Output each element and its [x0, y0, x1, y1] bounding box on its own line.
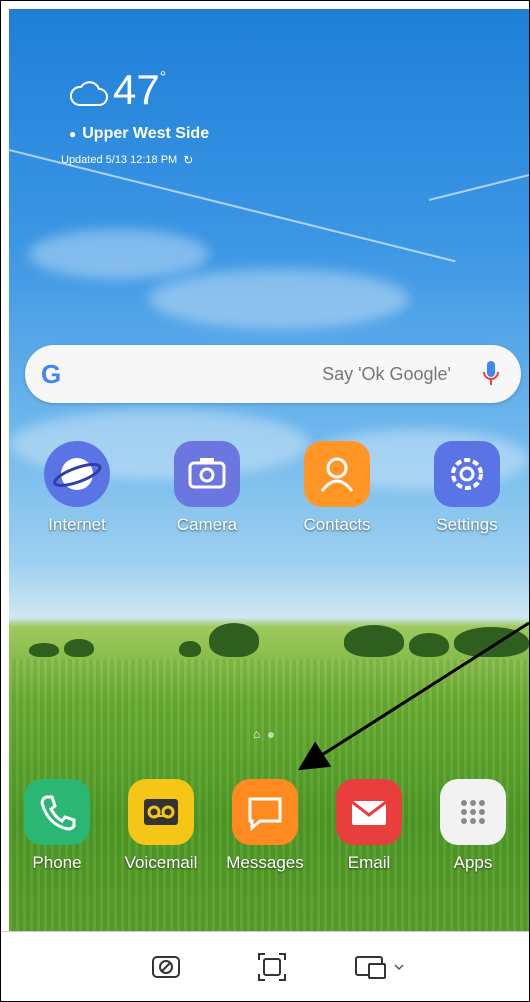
app-label: Messages [226, 853, 304, 872]
page-indicator: ⌂ [253, 727, 275, 741]
wallpaper-cloud [29, 229, 209, 279]
voicemail-icon [128, 779, 194, 845]
app-label: Settings [436, 515, 498, 534]
home-indicator-icon: ⌂ [253, 727, 261, 741]
wallpaper-cloud [149, 269, 409, 329]
screenshot-frame: 47 ° ● Upper West Side Updated 5/13 12:1… [0, 0, 530, 1002]
messages-icon [232, 779, 298, 845]
weather-widget[interactable]: 47 ° ● Upper West Side Updated 5/13 12:1… [61, 66, 269, 168]
google-search-bar[interactable]: G Say 'Ok Google' [25, 345, 521, 403]
app-label: Phone [32, 853, 82, 872]
app-label: Voicemail [124, 853, 198, 872]
capture-region-icon[interactable] [255, 950, 289, 984]
page-dot [268, 731, 275, 738]
app-phone[interactable]: Phone [9, 779, 107, 873]
apps-grid-icon [440, 779, 506, 845]
app-label: Internet [48, 515, 106, 534]
app-label: Email [347, 853, 391, 872]
camera-icon [174, 441, 240, 507]
wallpaper-contrail [428, 169, 529, 201]
app-internet[interactable]: Internet [27, 441, 127, 535]
app-messages[interactable]: Messages [215, 779, 315, 873]
home-screen: 47 ° ● Upper West Side Updated 5/13 12:1… [9, 9, 529, 931]
cloud-icon [70, 81, 108, 106]
app-email[interactable]: Email [319, 779, 419, 873]
wallpaper-trees [9, 619, 529, 659]
app-label: Camera [176, 515, 238, 534]
app-contacts[interactable]: Contacts [287, 441, 387, 535]
location-pin-icon: ● [69, 127, 77, 141]
weather-location: ● Upper West Side [69, 125, 269, 143]
phone-icon [24, 779, 90, 845]
bottom-toolbar [1, 931, 529, 1001]
google-logo: G [41, 359, 62, 389]
updated-time: Updated 5/13 12:18 PM [61, 154, 178, 166]
search-hint: Say 'Ok Google' [322, 364, 451, 384]
app-label: Apps [453, 853, 493, 872]
devices-dropdown-icon[interactable] [353, 950, 405, 984]
app-voicemail[interactable]: Voicemail [111, 779, 211, 873]
degree-symbol: ° [159, 69, 167, 86]
refresh-icon[interactable]: ↻ [183, 153, 193, 167]
screenshot-icon[interactable] [149, 950, 183, 984]
app-apps[interactable]: Apps [423, 779, 523, 873]
internet-icon [44, 441, 110, 507]
contacts-icon [304, 441, 370, 507]
app-settings[interactable]: Settings [417, 441, 517, 535]
app-label: Contacts [303, 515, 371, 534]
mic-icon[interactable] [481, 359, 501, 389]
gear-icon [434, 441, 500, 507]
mail-icon [336, 779, 402, 845]
app-camera[interactable]: Camera [157, 441, 257, 535]
weather-updated: Updated 5/13 12:18 PM ↻ [61, 153, 269, 167]
location-name: Upper West Side [82, 125, 210, 142]
temperature: 47 [113, 66, 160, 113]
